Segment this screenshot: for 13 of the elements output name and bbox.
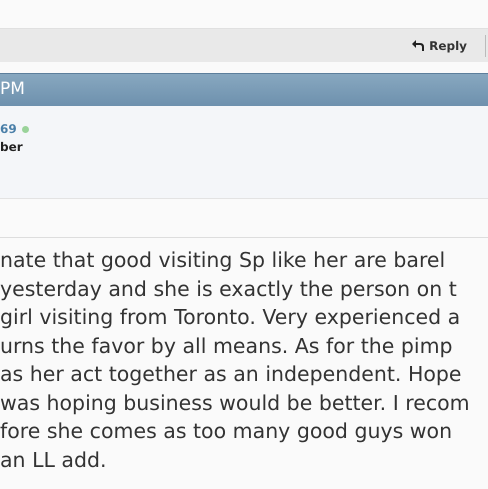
post-text-line: was hoping business would be better. I recom xyxy=(0,390,470,416)
post-text-line: an LL add. xyxy=(0,446,107,474)
post-text-line: nate that good visiting Sp like her are barel xyxy=(0,247,446,274)
reply-icon xyxy=(411,39,426,52)
username-link[interactable]: 69 xyxy=(0,120,17,138)
post-text-line: girl visiting from Toronto. Very experienced a xyxy=(0,304,460,331)
post-text-line: yesterday and she is exactly the person on t xyxy=(0,276,457,302)
post-text-line: urns the favor by all means. As for the pimp xyxy=(0,332,453,360)
post-text-line: as her act together as an independent. Hope xyxy=(0,361,462,388)
post-time: PM xyxy=(0,78,25,102)
post-text-line: fore she comes as too many good guys won xyxy=(0,418,452,445)
reply-button[interactable]: Reply xyxy=(405,34,473,56)
user-rank: ber xyxy=(0,139,24,156)
